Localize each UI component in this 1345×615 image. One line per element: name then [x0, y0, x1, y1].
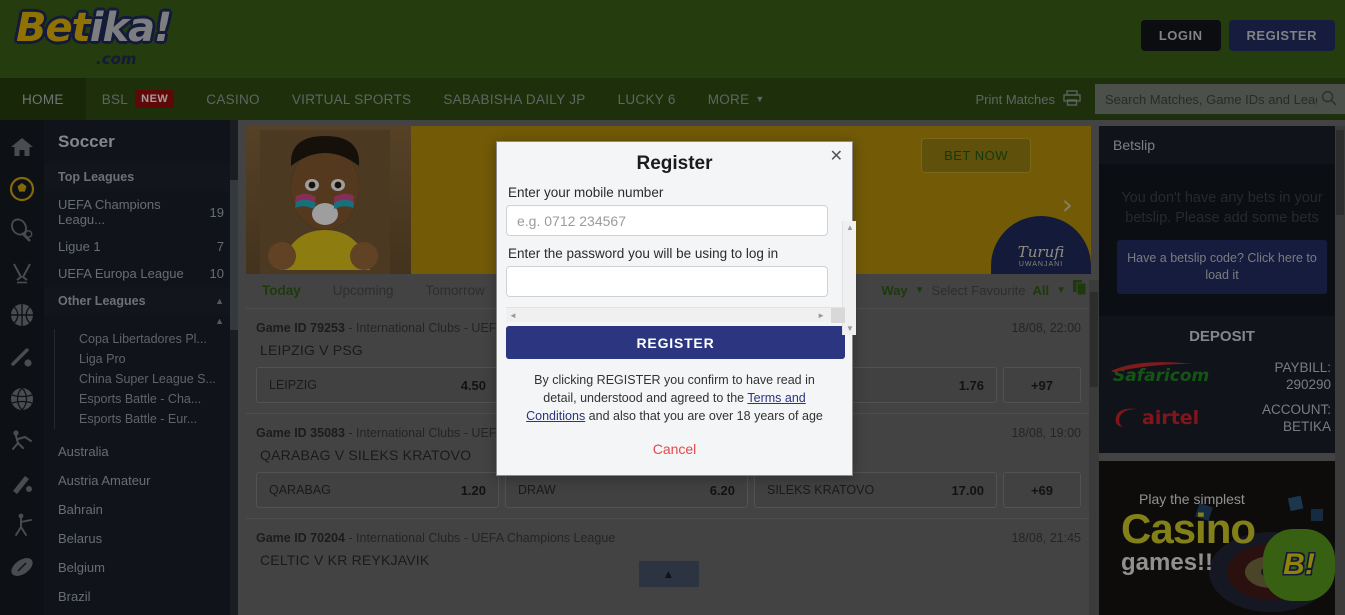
- modal-title: Register: [636, 153, 713, 174]
- register-modal: ✕ Register Enter your mobile number Ente…: [496, 141, 856, 476]
- scrollbar-corner: [831, 308, 845, 323]
- close-icon[interactable]: ✕: [830, 148, 843, 164]
- modal-body: Enter your mobile number Enter the passw…: [497, 183, 856, 335]
- terms-text: By clicking REGISTER you confirm to have…: [497, 359, 852, 425]
- mobile-number-label: Enter your mobile number: [508, 185, 664, 200]
- scroll-down-icon[interactable]: ▼: [846, 324, 854, 333]
- scroll-left-icon[interactable]: ◄: [509, 311, 517, 320]
- scroll-right-icon[interactable]: ►: [817, 311, 825, 320]
- terms-post-text: and also that you are over 18 years of a…: [585, 409, 823, 423]
- modal-horizontal-scrollbar[interactable]: ◄ ►: [506, 307, 845, 323]
- password-input[interactable]: [506, 266, 828, 297]
- modal-register-button[interactable]: REGISTER: [506, 326, 845, 359]
- scroll-up-icon[interactable]: ▲: [846, 223, 854, 232]
- mobile-number-input[interactable]: [506, 205, 828, 236]
- cancel-link[interactable]: Cancel: [497, 425, 852, 457]
- password-label: Enter the password you will be using to …: [508, 246, 779, 261]
